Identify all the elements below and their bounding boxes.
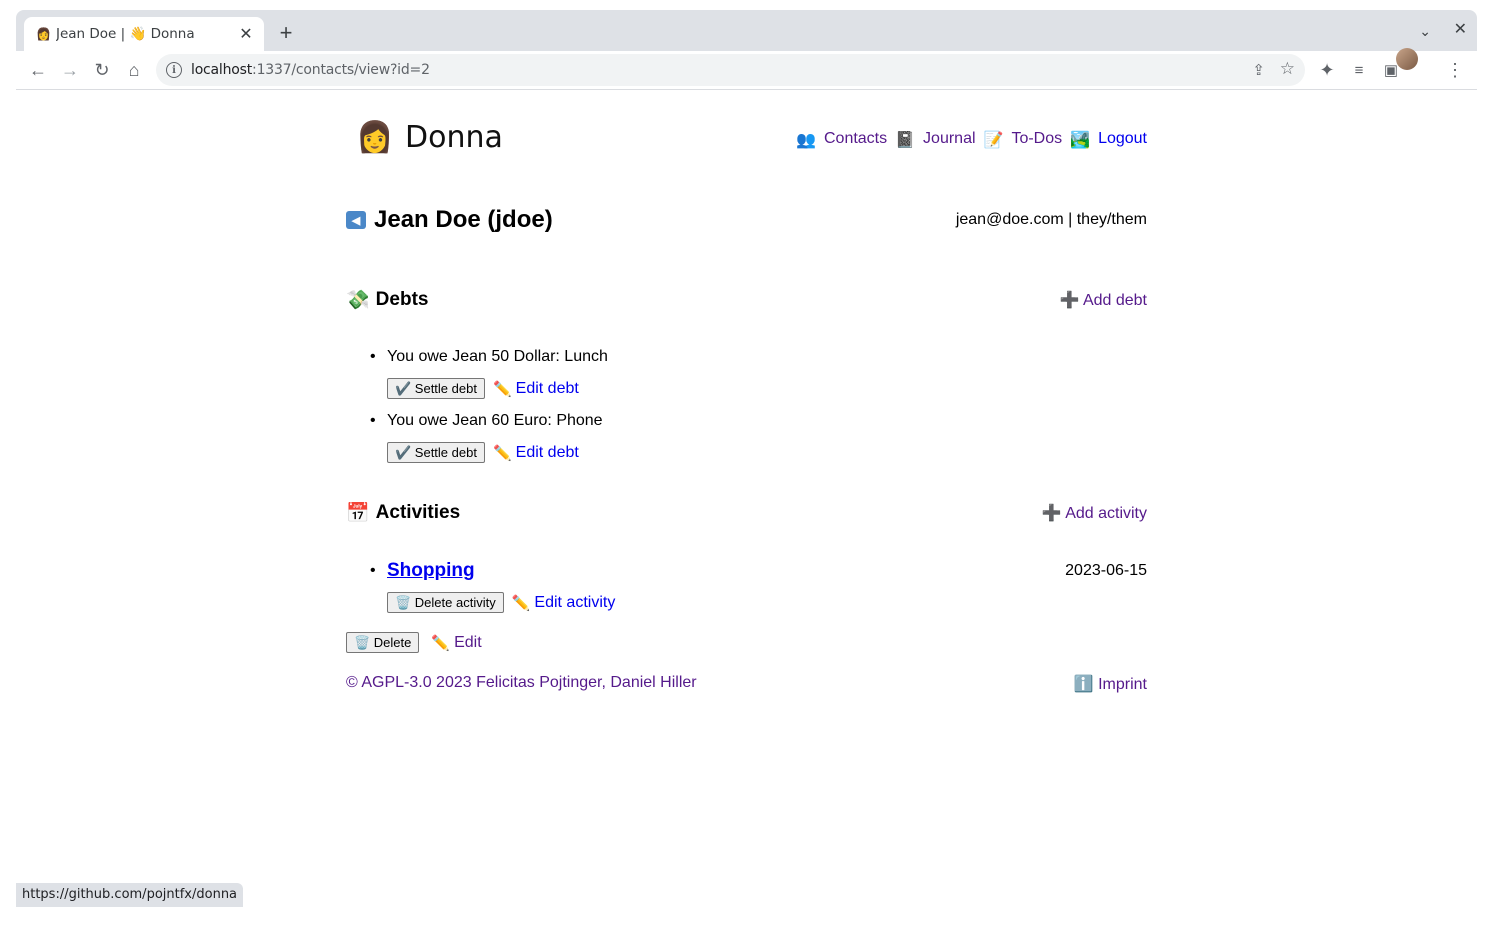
site-info-icon[interactable]: i — [166, 62, 182, 78]
pencil-icon: ✏️ — [431, 634, 451, 652]
activities-heading-text: Activities — [375, 502, 461, 523]
tab-title: Jean Doe | 👋 Donna — [56, 26, 195, 42]
main-nav: 👥 Contacts 📓 Journal 📝 To-Dos 🏞️ Logout — [796, 130, 1147, 150]
activity-title-link[interactable]: Shopping — [387, 560, 475, 582]
share-icon[interactable]: ⇪ — [1252, 61, 1265, 79]
debt-actions: ✔️ Settle debt ✏️ Edit debt — [387, 442, 579, 463]
status-bar-url: https://github.com/pojntfx/donna — [16, 883, 244, 907]
activity-actions: 🗑️ Delete activity ✏️ Edit activity — [387, 592, 615, 613]
back-arrow-icon[interactable]: ◀ — [346, 211, 366, 229]
home-icon[interactable]: ⌂ — [121, 57, 147, 83]
forward-icon[interactable]: → — [57, 57, 83, 83]
copyright-link[interactable]: © AGPL-3.0 2023 Felicitas Pojtinger, Dan… — [346, 674, 697, 692]
debt-item: You owe Jean 60 Euro: Phone — [370, 412, 603, 430]
nav-contacts-icon: 👥 — [796, 132, 816, 149]
browser-window: 👩 Jean Doe | 👋 Donna ✕ + ⌄ ✕ ← → ↻ ⌂ i l… — [16, 10, 1477, 939]
edit-activity-link[interactable]: Edit activity — [534, 594, 615, 612]
nav-journal-icon: 📓 — [895, 132, 916, 149]
donna-logo-icon[interactable]: 👩 — [356, 120, 393, 156]
activities-heading: 📅 Activities — [346, 501, 460, 525]
address-bar[interactable]: i localhost:1337/contacts/view?id=2 ⇪ ☆ — [156, 54, 1305, 86]
app-name[interactable]: Donna — [405, 120, 503, 155]
edit-debt-link[interactable]: Edit debt — [516, 380, 579, 398]
profile-avatar[interactable] — [1396, 48, 1418, 70]
nav-logout[interactable]: Logout — [1098, 130, 1147, 150]
imprint-link[interactable]: ℹ️ Imprint — [1074, 674, 1147, 694]
contact-title: ◀ Jean Doe (jdoe) — [346, 206, 553, 234]
nav-logout-icon: 🏞️ — [1070, 132, 1091, 149]
menu-icon[interactable]: ⋮ — [1442, 57, 1468, 83]
contact-meta: jean@doe.com | they/them — [955, 211, 1147, 228]
debt-item: You owe Jean 50 Dollar: Lunch — [370, 348, 608, 366]
money-icon: 💸 — [346, 290, 370, 311]
reading-list-icon[interactable]: ≡ — [1346, 57, 1372, 83]
nav-contacts[interactable]: Contacts — [824, 130, 887, 150]
tab-search-icon[interactable]: ⌄ — [1419, 23, 1431, 40]
pencil-icon: ✏️ — [511, 594, 531, 612]
delete-activity-button[interactable]: 🗑️ Delete activity — [387, 592, 504, 613]
debt-actions: ✔️ Settle debt ✏️ Edit debt — [387, 378, 579, 399]
favicon-icon: 👩 — [36, 27, 51, 41]
back-icon[interactable]: ← — [25, 57, 51, 83]
browser-tab[interactable]: 👩 Jean Doe | 👋 Donna ✕ — [24, 17, 264, 51]
debts-heading-text: Debts — [375, 289, 429, 310]
tab-close-icon[interactable]: ✕ — [238, 24, 254, 44]
add-activity-link[interactable]: ➕ Add activity — [1042, 503, 1147, 523]
url-text[interactable]: localhost:1337/contacts/view?id=2 — [191, 62, 430, 78]
window-close-icon[interactable]: ✕ — [1454, 19, 1467, 39]
pencil-icon: ✏️ — [492, 380, 512, 398]
debts-heading: 💸 Debts — [346, 288, 428, 312]
edit-debt-link[interactable]: Edit debt — [516, 444, 579, 462]
contact-actions: 🗑️ Delete ✏️ Edit — [346, 632, 482, 653]
pencil-icon: ✏️ — [492, 444, 512, 462]
edit-contact-group: ✏️ Edit — [431, 634, 481, 652]
debt-text: You owe Jean 60 Euro: Phone — [387, 412, 603, 429]
extensions-icon[interactable]: ✦ — [1314, 57, 1340, 83]
nav-journal[interactable]: Journal — [923, 130, 975, 150]
tab-strip: 👩 Jean Doe | 👋 Donna ✕ + ⌄ ✕ — [16, 10, 1477, 51]
contact-name: Jean Doe (jdoe) — [374, 206, 553, 233]
nav-todos[interactable]: To-Dos — [1011, 130, 1062, 150]
calendar-icon: 📅 — [346, 503, 370, 524]
activity-item: Shopping — [370, 560, 475, 582]
edit-contact-link[interactable]: Edit — [454, 634, 482, 652]
debt-text: You owe Jean 50 Dollar: Lunch — [387, 348, 608, 365]
delete-contact-button[interactable]: 🗑️ Delete — [346, 632, 420, 653]
reload-icon[interactable]: ↻ — [89, 57, 115, 83]
bookmark-star-icon[interactable]: ☆ — [1280, 59, 1295, 79]
settle-debt-button[interactable]: ✔️ Settle debt — [387, 442, 485, 463]
activity-date: 2023-06-15 — [1065, 562, 1147, 579]
add-debt-link[interactable]: ➕ Add debt — [1059, 290, 1147, 310]
browser-toolbar: ← → ↻ ⌂ i localhost:1337/contacts/view?i… — [16, 51, 1477, 90]
nav-todos-icon: 📝 — [983, 132, 1004, 149]
new-tab-icon[interactable]: + — [276, 22, 296, 44]
settle-debt-button[interactable]: ✔️ Settle debt — [387, 378, 485, 399]
